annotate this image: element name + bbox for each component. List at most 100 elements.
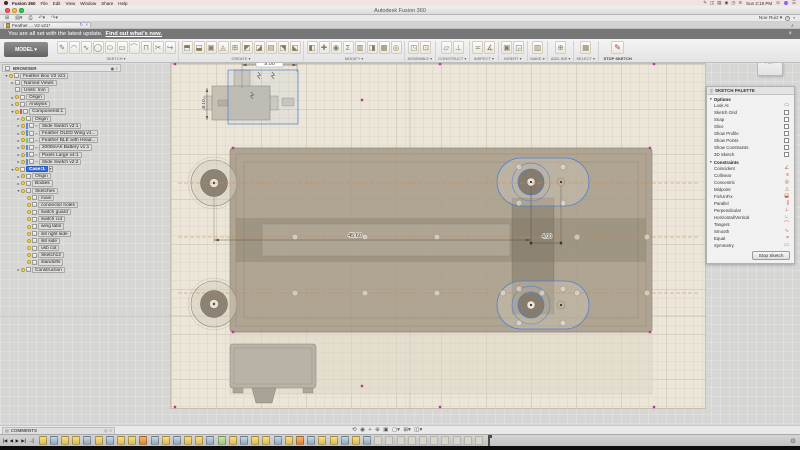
timeline-feature-29[interactable]: [363, 436, 371, 445]
menu-item-fusion-360[interactable]: Fusion 360: [12, 1, 36, 6]
toolbar-icon-create-1[interactable]: ⬓: [194, 41, 205, 54]
visibility-bulb-icon[interactable]: [27, 217, 31, 221]
tree-item-main[interactable]: main: [2, 194, 121, 201]
timeline-feature-23[interactable]: [296, 436, 304, 445]
timeline-feature-8[interactable]: [128, 436, 136, 445]
comments-tab-icon-1[interactable]: ≡: [110, 428, 112, 433]
user-menu[interactable]: Noe Ruiz ▾: [759, 16, 782, 21]
timeline-control-0[interactable]: |◀: [3, 438, 7, 443]
stop-sketch-icon[interactable]: ✎: [611, 41, 624, 54]
palette-row-show-points[interactable]: Show Points: [707, 137, 794, 144]
comments-tab-icon-0[interactable]: ◎: [104, 428, 108, 433]
timeline-feature-13[interactable]: [184, 436, 192, 445]
tree-item-slit-right-side[interactable]: slit right side: [2, 230, 121, 237]
palette-row-equal[interactable]: Equal=: [707, 235, 794, 242]
toolbar-icon-sketch-7[interactable]: ⊓: [141, 41, 152, 54]
collinear-icon[interactable]: ≡: [786, 173, 789, 178]
midpoint-icon[interactable]: △: [785, 187, 789, 192]
palette-row-slice[interactable]: Slice: [707, 123, 794, 130]
timeline-suppressed-0[interactable]: [374, 436, 382, 445]
timeline-feature-22[interactable]: [285, 436, 293, 445]
menu-item-help[interactable]: Help: [118, 1, 127, 6]
toolbar-icon-create-8[interactable]: ⬔: [278, 41, 289, 54]
timeline-feature-1[interactable]: [50, 436, 58, 445]
timeline-feature-4[interactable]: [83, 436, 91, 445]
timeline-feature-19[interactable]: [251, 436, 259, 445]
tree-item-switch-cut[interactable]: switch cut: [2, 216, 121, 223]
timeline-feature-6[interactable]: [106, 436, 114, 445]
toolbar-icon-insert-1[interactable]: ◲: [513, 41, 524, 54]
horizontal-vertical-icon[interactable]: ∟: [784, 215, 789, 220]
tree-item-pixels-large-v4-1[interactable]: ▸∞Pixels Large v4:1: [2, 151, 121, 158]
tree-item-construction[interactable]: ▸Construction: [2, 266, 121, 273]
visibility-bulb-icon[interactable]: [27, 203, 31, 207]
timeline-feature-11[interactable]: [162, 436, 170, 445]
toolbar-icon-sketch-9[interactable]: ↪: [165, 41, 176, 54]
toolbar-icon-assemble-0[interactable]: ◳: [408, 41, 419, 54]
concentric-icon[interactable]: ◎: [785, 180, 789, 185]
tree-item-analysis[interactable]: ▸Analysis: [2, 101, 121, 108]
siri-icon[interactable]: [784, 1, 788, 5]
tree-item-components-1[interactable]: ▾Components:1: [2, 108, 121, 115]
timeline-feature-24[interactable]: [307, 436, 315, 445]
checkbox-show-profile[interactable]: [784, 131, 789, 136]
smooth-icon[interactable]: ∿: [785, 229, 789, 234]
timeline-suppressed-9[interactable]: [475, 436, 483, 445]
toolbar-icon-create-2[interactable]: ▣: [206, 41, 217, 54]
visibility-bulb-icon[interactable]: [21, 160, 25, 164]
dimension-height[interactable]: 8.10: [201, 88, 208, 120]
toolbar-icon-modify-5[interactable]: ◨: [367, 41, 378, 54]
visibility-bulb-icon[interactable]: [21, 268, 25, 272]
tree-item-usb-cut[interactable]: usb cut: [2, 245, 121, 252]
look-at-icon[interactable]: ▭: [784, 103, 789, 108]
timeline-feature-10[interactable]: [151, 436, 159, 445]
whats-new-link[interactable]: Find out what's new.: [106, 31, 163, 37]
palette-row-3d-sketch[interactable]: 3D Sketch: [707, 151, 794, 158]
nav-icon-0[interactable]: ⟲: [352, 427, 357, 433]
palette-row-coincident[interactable]: Coincident∠: [707, 165, 794, 172]
fix-unfix-icon[interactable]: ⬓: [784, 194, 789, 199]
timeline-feature-20[interactable]: [262, 436, 270, 445]
visibility-bulb-icon[interactable]: [27, 246, 31, 250]
nav-icon-4[interactable]: ▣: [383, 427, 388, 433]
tree-item-case-1[interactable]: ▾Case:1▾: [2, 165, 121, 172]
help-icon[interactable]: ?: [785, 16, 790, 21]
timeline-control-1[interactable]: ◀: [10, 438, 13, 443]
toolbar-icon-sketch-8[interactable]: ✂: [153, 41, 164, 54]
timeline-feature-18[interactable]: [240, 436, 248, 445]
palette-row-fix-unfix[interactable]: Fix/UnFix⬓: [707, 193, 794, 200]
toolbar-icon-modify-6[interactable]: ▦: [379, 41, 390, 54]
quickbar-icon-0[interactable]: ⊞: [5, 15, 9, 21]
timeline-feature-25[interactable]: [318, 436, 326, 445]
tree-item-origin[interactable]: ▸Origin: [2, 115, 121, 122]
visibility-bulb-icon[interactable]: [27, 210, 31, 214]
timeline-feature-12[interactable]: [173, 436, 181, 445]
timeline-feature-16[interactable]: [218, 436, 226, 445]
menubar-clock[interactable]: Sun 2:19 PM: [746, 1, 772, 6]
apple-menu-icon[interactable]: [4, 1, 8, 5]
toolbar-icon-create-6[interactable]: ◪: [254, 41, 265, 54]
toolbar-icon-modify-7[interactable]: ◎: [391, 41, 402, 54]
toolbar-icon-create-9[interactable]: ⬕: [290, 41, 301, 54]
timeline-suppressed-6[interactable]: [441, 436, 449, 445]
workspace-selector[interactable]: MODEL ▾: [4, 42, 48, 57]
palette-row-look-at[interactable]: Look At▭: [707, 102, 794, 109]
nav-icon-1[interactable]: ◉: [360, 427, 365, 433]
quickbar-icon-4[interactable]: ↷▾: [51, 15, 58, 21]
coincident-icon[interactable]: ∠: [785, 166, 789, 171]
selection-box[interactable]: [228, 70, 298, 124]
visibility-bulb-icon[interactable]: [21, 181, 25, 185]
visibility-bulb-icon[interactable]: [21, 189, 25, 193]
visibility-bulb-icon[interactable]: [15, 95, 19, 99]
toolbar-icon-modify-4[interactable]: ▥: [355, 41, 366, 54]
browser-header-icon-1[interactable]: ≡: [116, 66, 118, 71]
visibility-bulb-icon[interactable]: [21, 153, 25, 157]
toolbar-icon-sketch-4[interactable]: ⬭: [105, 41, 116, 54]
notification-close-icon[interactable]: ×: [788, 31, 792, 37]
toolbar-icon-inspect-0[interactable]: ≍: [472, 41, 483, 54]
tree-item-standoffs[interactable]: standoffs: [2, 259, 121, 266]
palette-row-show-constraints[interactable]: Show Constraints: [707, 144, 794, 151]
pixel-slot-bottom[interactable]: [497, 281, 589, 329]
menu-item-window[interactable]: Window: [80, 1, 96, 6]
palette-row-symmetry[interactable]: Symmetry▭: [707, 242, 794, 249]
